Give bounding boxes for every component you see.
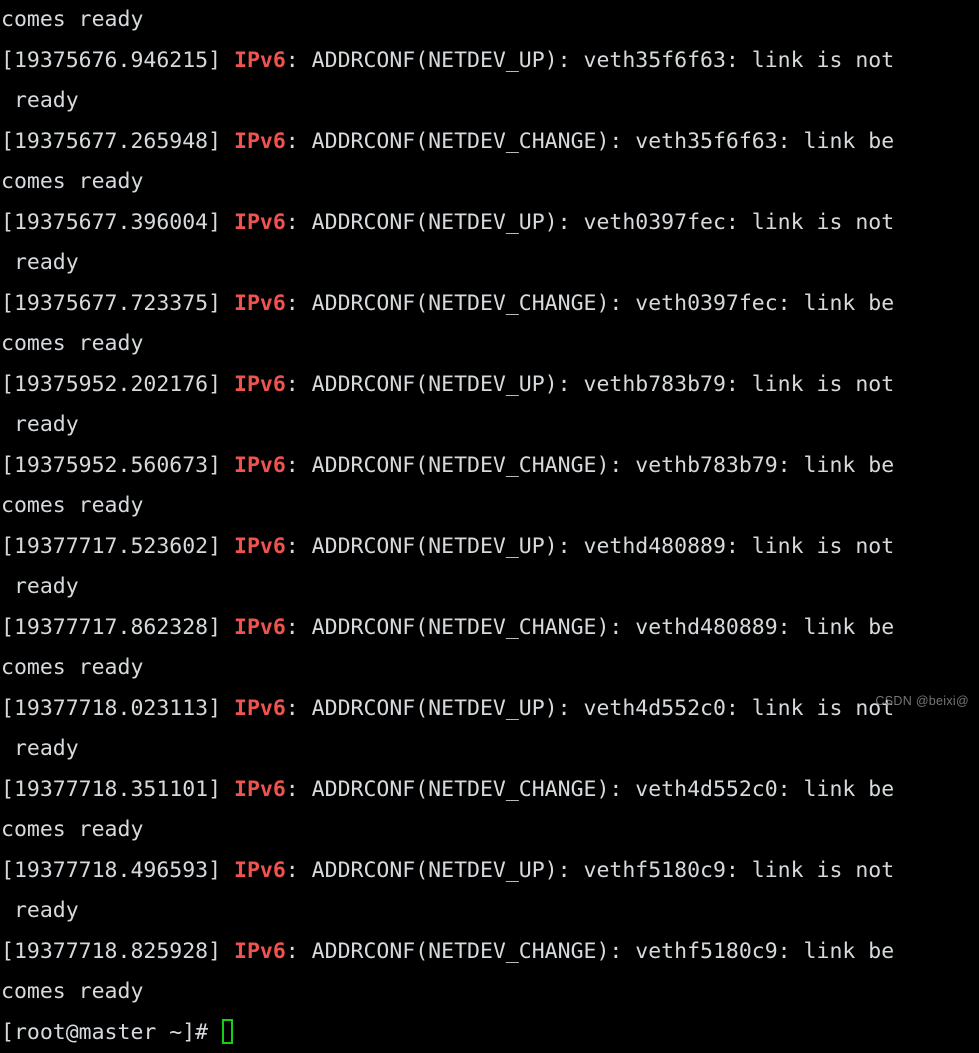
- log-line: [19375676.946215] IPv6: ADDRCONF(NETDEV_…: [0, 41, 979, 82]
- log-line: [19377717.523602] IPv6: ADDRCONF(NETDEV_…: [0, 527, 979, 568]
- log-wrapped-text: comes ready: [1, 979, 143, 1004]
- log-wrapped-line: ready: [0, 567, 979, 608]
- log-wrapped-text: ready: [1, 88, 79, 113]
- log-timestamp: [19377718.496593]: [1, 858, 221, 883]
- log-timestamp: [19375677.265948]: [1, 129, 221, 154]
- log-timestamp: [19375952.202176]: [1, 372, 221, 397]
- log-timestamp: [19377717.523602]: [1, 534, 221, 559]
- log-timestamp: [19375676.946215]: [1, 48, 221, 73]
- log-message: : ADDRCONF(NETDEV_CHANGE): vethf5180c9: …: [286, 939, 894, 964]
- log-timestamp: [19377718.825928]: [1, 939, 221, 964]
- log-wrapped-line: comes ready: [0, 486, 979, 527]
- log-wrapped-text: ready: [1, 736, 79, 761]
- log-wrapped-line: ready: [0, 405, 979, 446]
- log-message: : ADDRCONF(NETDEV_UP): veth35f6f63: link…: [286, 48, 894, 73]
- log-wrapped-text: comes ready: [1, 493, 143, 518]
- log-timestamp: [19377718.351101]: [1, 777, 221, 802]
- log-wrapped-line: comes ready: [0, 648, 979, 689]
- log-line: [19377718.351101] IPv6: ADDRCONF(NETDEV_…: [0, 770, 979, 811]
- log-line: [19377718.023113] IPv6: ADDRCONF(NETDEV_…: [0, 689, 979, 730]
- log-line: [19375952.202176] IPv6: ADDRCONF(NETDEV_…: [0, 365, 979, 406]
- log-message: : ADDRCONF(NETDEV_CHANGE): veth0397fec: …: [286, 291, 894, 316]
- log-line: [19375677.396004] IPv6: ADDRCONF(NETDEV_…: [0, 203, 979, 244]
- log-line: [19377718.496593] IPv6: ADDRCONF(NETDEV_…: [0, 851, 979, 892]
- log-message: : ADDRCONF(NETDEV_UP): veth0397fec: link…: [286, 210, 894, 235]
- log-message: : ADDRCONF(NETDEV_CHANGE): vethd480889: …: [286, 615, 894, 640]
- log-message: : ADDRCONF(NETDEV_CHANGE): vethb783b79: …: [286, 453, 894, 478]
- log-timestamp: [19377718.023113]: [1, 696, 221, 721]
- text-cursor[interactable]: [222, 1019, 233, 1044]
- log-protocol-tag: IPv6: [234, 777, 286, 802]
- shell-prompt-line: [root@master ~]#: [0, 1013, 979, 1053]
- log-message: : ADDRCONF(NETDEV_UP): vethb783b79: link…: [286, 372, 894, 397]
- log-protocol-tag: IPv6: [234, 129, 286, 154]
- log-protocol-tag: IPv6: [234, 615, 286, 640]
- shell-prompt: [root@master ~]#: [1, 1020, 221, 1045]
- log-message: : ADDRCONF(NETDEV_CHANGE): veth35f6f63: …: [286, 129, 894, 154]
- log-protocol-tag: IPv6: [234, 534, 286, 559]
- log-line: [19375677.723375] IPv6: ADDRCONF(NETDEV_…: [0, 284, 979, 325]
- log-protocol-tag: IPv6: [234, 372, 286, 397]
- log-wrapped-line: comes ready: [0, 162, 979, 203]
- log-message: : ADDRCONF(NETDEV_CHANGE): veth4d552c0: …: [286, 777, 894, 802]
- log-wrapped-text: comes ready: [1, 655, 143, 680]
- log-wrapped-text: comes ready: [1, 169, 143, 194]
- log-line: [19375677.265948] IPv6: ADDRCONF(NETDEV_…: [0, 122, 979, 163]
- log-wrapped-text: ready: [1, 250, 79, 275]
- log-protocol-tag: IPv6: [234, 696, 286, 721]
- log-timestamp: [19375677.396004]: [1, 210, 221, 235]
- log-wrapped-text: comes ready: [1, 7, 143, 32]
- log-protocol-tag: IPv6: [234, 939, 286, 964]
- log-wrapped-line: comes ready: [0, 0, 979, 41]
- log-message: : ADDRCONF(NETDEV_UP): veth4d552c0: link…: [286, 696, 894, 721]
- log-wrapped-line: ready: [0, 243, 979, 284]
- terminal-output: comes ready[19375676.946215] IPv6: ADDRC…: [0, 0, 979, 1053]
- log-protocol-tag: IPv6: [234, 858, 286, 883]
- watermark-label: CSDN @beixi@: [875, 694, 969, 708]
- log-message: : ADDRCONF(NETDEV_UP): vethf5180c9: link…: [286, 858, 894, 883]
- log-wrapped-text: ready: [1, 898, 79, 923]
- log-timestamp: [19375677.723375]: [1, 291, 221, 316]
- log-timestamp: [19377717.862328]: [1, 615, 221, 640]
- log-protocol-tag: IPv6: [234, 291, 286, 316]
- log-wrapped-line: ready: [0, 81, 979, 122]
- log-wrapped-text: comes ready: [1, 331, 143, 356]
- log-line: [19377717.862328] IPv6: ADDRCONF(NETDEV_…: [0, 608, 979, 649]
- log-line: [19375952.560673] IPv6: ADDRCONF(NETDEV_…: [0, 446, 979, 487]
- log-protocol-tag: IPv6: [234, 48, 286, 73]
- terminal-window[interactable]: comes ready[19375676.946215] IPv6: ADDRC…: [0, 0, 979, 714]
- log-protocol-tag: IPv6: [234, 453, 286, 478]
- log-wrapped-text: comes ready: [1, 817, 143, 842]
- log-wrapped-text: ready: [1, 412, 79, 437]
- log-wrapped-line: comes ready: [0, 972, 979, 1013]
- log-line: [19377718.825928] IPv6: ADDRCONF(NETDEV_…: [0, 932, 979, 973]
- log-wrapped-line: ready: [0, 729, 979, 770]
- log-wrapped-line: comes ready: [0, 810, 979, 851]
- log-wrapped-line: comes ready: [0, 324, 979, 365]
- log-wrapped-text: ready: [1, 574, 79, 599]
- log-wrapped-line: ready: [0, 891, 979, 932]
- log-message: : ADDRCONF(NETDEV_UP): vethd480889: link…: [286, 534, 894, 559]
- log-protocol-tag: IPv6: [234, 210, 286, 235]
- log-timestamp: [19375952.560673]: [1, 453, 221, 478]
